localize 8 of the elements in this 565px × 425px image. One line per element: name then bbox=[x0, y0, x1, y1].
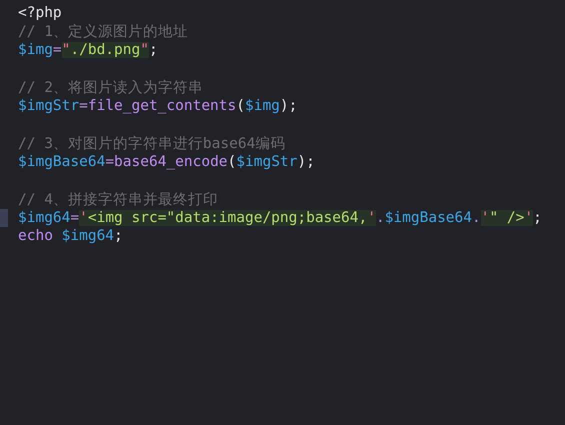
code-line: $imgStr=file_get_contents($img); bbox=[0, 96, 298, 116]
code-line: $img64='<img src="data:image/png;base64,'.$imgBase64.'" />'; bbox=[0, 208, 542, 228]
code-line: $img="./bd.png"; bbox=[0, 41, 158, 60]
code-line: <?php bbox=[0, 4, 62, 23]
code-line: // 3、对图片的字符串进行base64编码 bbox=[0, 134, 286, 153]
code-line: $imgBase64=base64_encode($imgStr); bbox=[0, 152, 315, 172]
code-line: echo $img64; bbox=[0, 227, 123, 246]
code-line: // 2、将图片读入为字符串 bbox=[0, 78, 203, 97]
